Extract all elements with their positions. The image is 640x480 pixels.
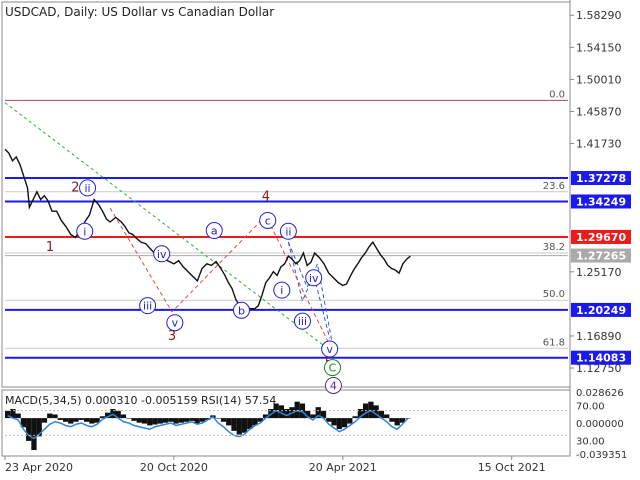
fib-label: 50.0 [543,289,565,300]
macd-bar [126,418,132,419]
macd-bar [389,418,395,422]
macd-bar [47,413,53,419]
macd-bar [141,418,148,424]
price-tick-label: 1.25170 [576,266,622,279]
price-tick-label: 1.41730 [576,138,622,151]
macd-bar [231,418,237,431]
macd-bar [173,418,179,424]
wave-label: 4 [330,379,337,392]
macd-bar [157,418,163,424]
macd-bar [183,418,190,422]
macd-bar [31,418,37,451]
price-tag-label: 1.37278 [576,172,626,185]
wave-label: iv [309,272,319,285]
macd-bar [78,418,84,420]
wave-label: v [172,317,179,330]
wave-label: i [280,284,283,297]
fib-label: 23.6 [543,181,565,192]
macd-bar [220,418,227,422]
macd-bar [57,418,63,420]
price-tick-label: 1.45870 [576,105,622,118]
macd-bar [62,418,69,422]
price-tick-label: 1.58290 [576,9,622,22]
chart-title: USDCAD, Daily: US Dollar vs Canadian Dol… [5,5,274,19]
indicator-tick-label: 0.000000 [576,419,624,430]
indicator-tick-label: 30.00 [576,436,605,447]
macd-bar [215,418,221,419]
price-chart: USDCAD, Daily: US Dollar vs Canadian Dol… [0,0,640,480]
macd-bar [73,418,79,422]
time-tick-label: 20 Apr 2021 [309,461,377,474]
macd-bar [352,416,358,419]
wave-label: v [326,343,333,356]
wave-label: 4 [262,190,270,205]
indicator-tick-label: 70.00 [576,402,605,413]
wave-label: 3 [168,329,176,344]
fib-label: 38.2 [543,242,565,253]
price-tag-label: 1.20249 [576,304,626,317]
wave-label: 2 [71,180,79,195]
wave-label: b [238,304,245,317]
wave-label: iii [143,300,152,313]
macd-bar [336,418,342,430]
macd-bar [394,418,400,426]
macd-bar [131,418,137,421]
macd-bar [26,418,32,441]
macd-bar [347,418,353,424]
macd-bar [226,418,232,426]
indicator-label: MACD(5,34,5) 0.000310 -0.005159 RSI(14) … [5,394,276,407]
macd-bar [341,418,348,428]
indicator-tick-label: 0.028626 [576,388,624,399]
wave-label: ii [285,225,291,238]
macd-bar [147,418,153,426]
macd-bar [168,418,174,422]
price-tick-label: 1.16890 [576,330,622,343]
indicator-tick-label: -0.039351 [576,450,627,461]
price-tag-label: 1.27265 [576,250,626,263]
macd-bar [136,418,142,423]
fib-label: 61.8 [543,337,565,348]
time-tick-label: 20 Oct 2020 [140,461,208,474]
macd-bar [331,418,337,426]
price-tick-label: 1.50010 [576,73,622,86]
macd-bar [83,418,90,422]
macd-bar [241,418,248,433]
macd-bar [41,418,48,423]
wave-label: ii [85,182,91,195]
time-tick-label: 15 Oct 2021 [478,461,546,474]
wave-label: iii [298,315,307,328]
wave-label: c [265,214,271,227]
macd-bar [89,418,95,424]
price-tag-label: 1.29670 [576,231,626,244]
price-tick-label: 1.54150 [576,41,622,54]
wave-label: C [329,362,337,375]
fib-label: 0.0 [549,89,565,100]
macd-bar [52,414,58,419]
macd-bar [152,418,158,425]
macd-bar [68,418,74,424]
macd-bar [384,414,390,419]
price-tag-label: 1.14083 [576,352,626,365]
macd-bar [178,418,184,423]
macd-bar [236,418,242,435]
wave-label: 1 [46,240,54,255]
wave-label: i [83,225,86,238]
time-tick-label: 23 Apr 2020 [5,461,73,474]
macd-bar [120,414,127,419]
macd-bar [162,418,169,423]
macd-bar [189,418,195,421]
wave-label: iv [157,248,167,261]
macd-bar [15,413,21,419]
wave-label: a [211,225,218,238]
price-tag-label: 1.34249 [576,195,626,208]
